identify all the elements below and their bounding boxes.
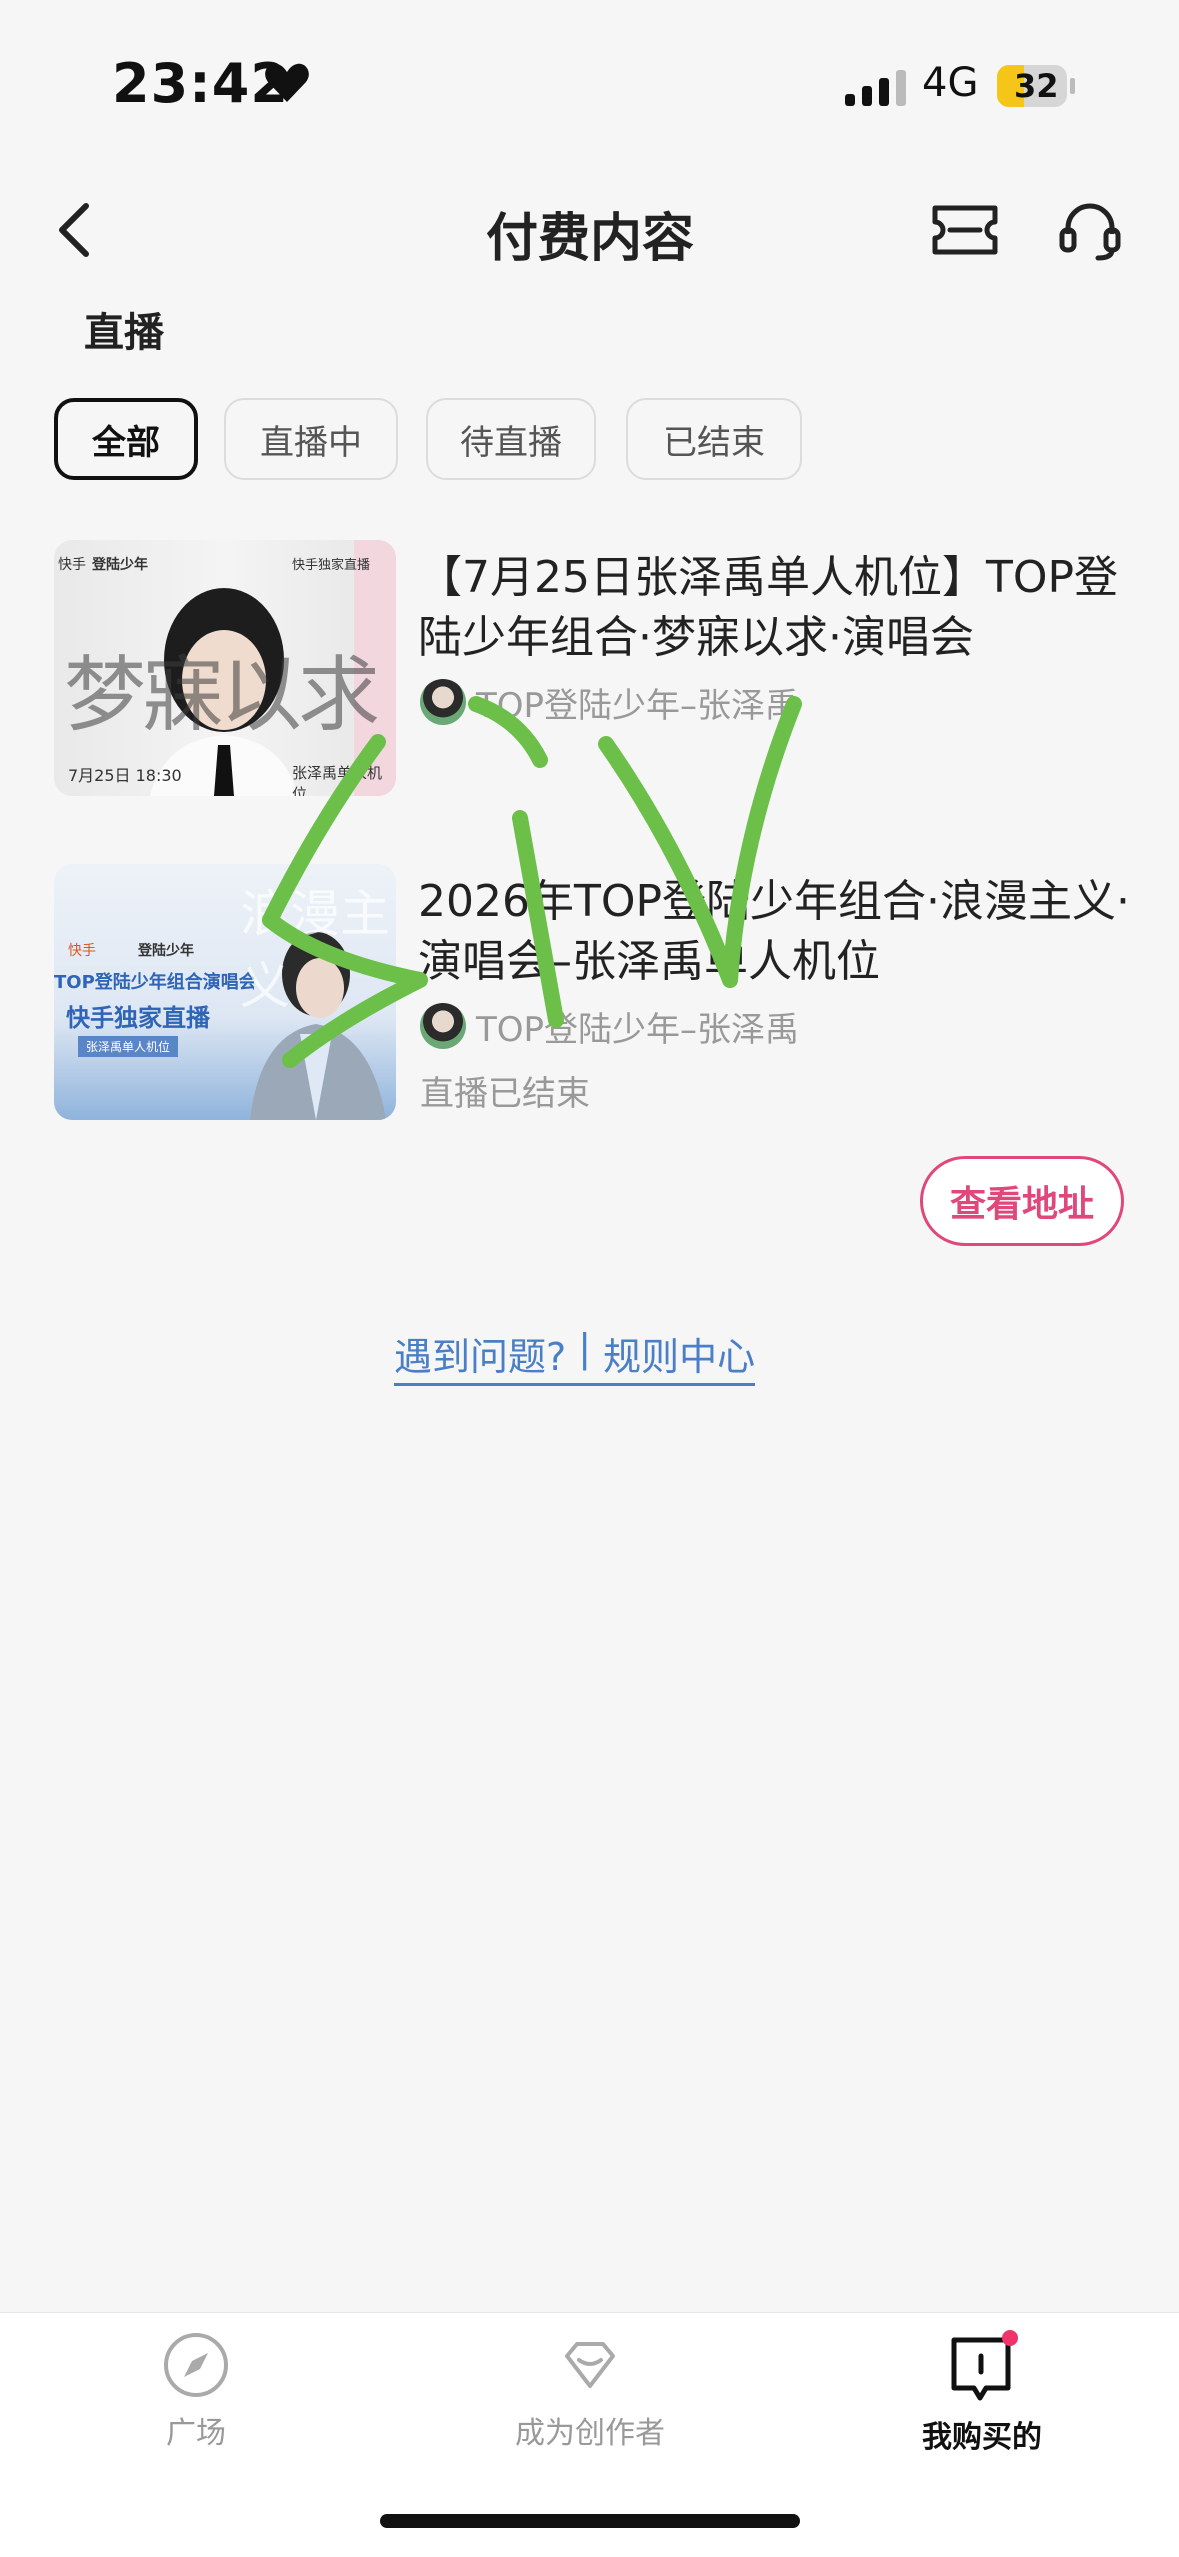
- customer-service-icon[interactable]: [1058, 198, 1122, 262]
- item-thumbnail[interactable]: 快手 登陆少年 TOP登陆少年组合演唱会 快手独家直播 张泽禹单人机位 浪漫主义: [54, 864, 396, 1120]
- rules-center-link[interactable]: 规则中心: [603, 1326, 755, 1381]
- thumb-big-text: 梦寐以求: [64, 648, 380, 743]
- page-title: 付费内容: [485, 209, 694, 269]
- thumb-brand: 快手: [68, 943, 96, 959]
- thumb-big-text: 浪漫主义: [240, 885, 390, 1015]
- live-status: 直播已结束: [420, 1074, 590, 1114]
- author-avatar: [420, 679, 466, 725]
- item-title[interactable]: 【7月25日张泽禹单人机位】TOP登陆少年组合·梦寐以求·演唱会: [418, 548, 1148, 668]
- tab-live-now[interactable]: 直播中: [224, 398, 398, 480]
- section-title: 直播: [84, 310, 164, 356]
- signal-icon: [845, 70, 906, 106]
- help-links: 遇到问题? | 规则中心: [394, 1326, 756, 1386]
- tab-all[interactable]: 全部: [54, 398, 198, 480]
- purchased-icon: [951, 2330, 1018, 2401]
- thumb-group: 登陆少年: [138, 943, 194, 959]
- thumb-line2: 快手独家直播: [66, 1004, 210, 1032]
- help-separator: |: [566, 1326, 604, 1370]
- back-icon[interactable]: [52, 200, 96, 260]
- network-type: 4G: [922, 60, 979, 106]
- thumb-tag: 快手独家直播: [292, 558, 371, 573]
- thumb-brand: 快手: [58, 557, 86, 573]
- bottom-tab-label: 广场: [166, 2416, 226, 2451]
- notification-badge: [1002, 2330, 1018, 2346]
- thumb-line3: 张泽禹单人机位: [78, 1036, 179, 1057]
- bottom-tab-label: 成为创作者: [515, 2416, 665, 2451]
- ticket-icon[interactable]: [930, 200, 1000, 260]
- author-name: TOP登陆少年–张泽禹: [476, 1009, 800, 1050]
- status-time: 23:42: [112, 52, 289, 115]
- handwritten-scribble: [262, 696, 802, 1068]
- battery-level: 32: [1014, 67, 1059, 105]
- bottom-tab-purchased[interactable]: 我购买的: [862, 2330, 1102, 2456]
- author-name: TOP登陆少年–张泽禹: [476, 685, 800, 726]
- thumb-date: 7月25日 18:30: [68, 766, 182, 785]
- item-thumbnail[interactable]: 快手 登陆少年 快手独家直播 梦寐以求 7月25日 18:30 张泽禹单人机位: [54, 540, 396, 796]
- thumb-line1: TOP登陆少年组合演唱会: [54, 972, 254, 993]
- thumb-name: 张泽禹单人机位: [292, 764, 383, 796]
- heart-icon: [265, 63, 309, 102]
- author-row[interactable]: TOP登陆少年–张泽禹: [420, 1002, 799, 1050]
- tab-ended[interactable]: 已结束: [626, 398, 802, 480]
- author-row[interactable]: TOP登陆少年–张泽禹: [420, 678, 799, 726]
- bottom-tab-creator[interactable]: 成为创作者: [470, 2330, 710, 2452]
- compass-icon: [164, 2333, 228, 2397]
- bottom-tab-label: 我购买的: [922, 2420, 1042, 2455]
- tab-upcoming[interactable]: 待直播: [426, 398, 596, 480]
- author-avatar: [420, 1003, 466, 1049]
- thumb-group: 登陆少年: [92, 557, 148, 573]
- item-title[interactable]: 2026年TOP登陆少年组合·浪漫主义·演唱会–张泽禹单人机位: [418, 872, 1148, 992]
- bottom-tab-square[interactable]: 广场: [76, 2330, 316, 2452]
- help-question-link[interactable]: 遇到问题?: [394, 1326, 566, 1381]
- creator-icon: [565, 2342, 615, 2388]
- home-indicator: [380, 2514, 800, 2528]
- view-address-button[interactable]: 查看地址: [920, 1156, 1124, 1246]
